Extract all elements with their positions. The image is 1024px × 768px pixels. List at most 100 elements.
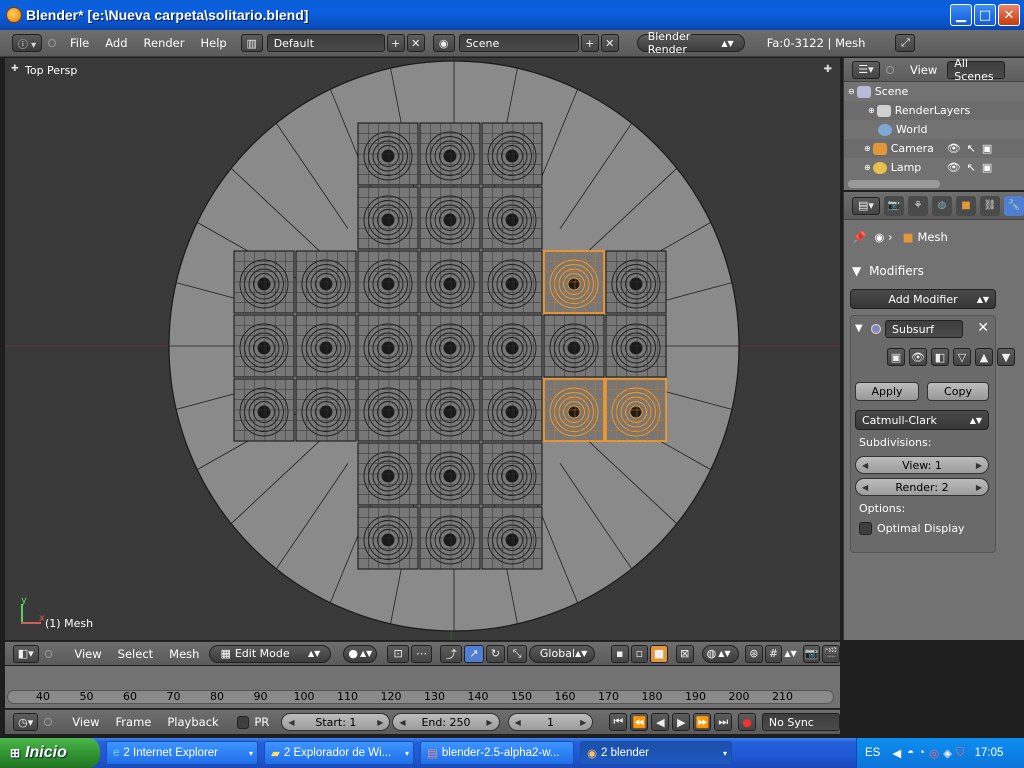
preview-range-checkbox[interactable]	[236, 715, 250, 729]
tray-network-icon[interactable]: ◓	[907, 747, 914, 759]
jump-start-icon[interactable]: ⏮	[609, 713, 628, 731]
menu-view[interactable]: View	[66, 647, 109, 661]
edge-select-icon[interactable]: ▫	[630, 644, 649, 663]
modifiers-panel-header[interactable]: ▼ Modifiers	[852, 264, 1002, 278]
record-icon[interactable]: ●	[738, 713, 756, 731]
tray-antivirus-icon[interactable]: ◎	[929, 746, 939, 760]
scene-icon[interactable]: ◉	[432, 34, 455, 52]
render-levels-field[interactable]: ◀ Render: 2 ▶	[855, 478, 989, 496]
editmode-toggle-icon[interactable]: ◧	[931, 348, 949, 366]
visibility-eye-icon[interactable]: 👁	[947, 161, 961, 174]
play-icon[interactable]: ▶	[672, 713, 691, 731]
collapse-menu-icon[interactable]	[44, 649, 53, 658]
tray-shield-icon[interactable]: ⛉	[956, 747, 965, 760]
task-internet-explorer[interactable]: e 2 Internet Explorer ▾	[106, 741, 258, 765]
menu-select[interactable]: Select	[110, 647, 161, 661]
editor-type-button[interactable]: ▤▾	[852, 196, 880, 215]
scene-field[interactable]: Scene	[458, 34, 579, 52]
prev-keyframe-icon[interactable]: ⏪	[630, 713, 649, 731]
mode-select[interactable]: ▦ Edit Mode ▲▼	[209, 644, 332, 663]
jump-end-icon[interactable]: ⏭	[714, 713, 733, 731]
render-camera-icon[interactable]: ▣	[982, 142, 992, 155]
maximize-button[interactable]: □	[974, 4, 996, 26]
render-engine-select[interactable]: Blender Render ▲▼	[636, 30, 745, 56]
outliner-filter[interactable]: All Scenes	[947, 57, 1006, 83]
sync-select[interactable]: No Sync	[761, 713, 840, 731]
remove-layout-icon[interactable]: ✕	[406, 34, 425, 52]
tab-modifiers[interactable]: 🔧	[1004, 195, 1024, 216]
scale-icon[interactable]: ⤡	[507, 644, 527, 663]
start-frame-field[interactable]: ◀ Start: 1 ▶	[281, 713, 391, 731]
snap-magnet-icon[interactable]: ⊛	[745, 644, 763, 663]
editor-type-button[interactable]: ◷▾	[13, 713, 39, 731]
task-blender-installer[interactable]: ▤ blender-2.5-alpha2-w...	[420, 741, 574, 765]
limit-selection-icon[interactable]: ⋯	[410, 644, 433, 663]
next-keyframe-icon[interactable]: ⏩	[693, 713, 712, 731]
view-levels-field[interactable]: ◀ View: 1 ▶	[855, 456, 989, 474]
outliner-scrollbar[interactable]	[848, 180, 940, 188]
manipulator-icon[interactable]: ⤴	[440, 644, 463, 663]
render-toggle-icon[interactable]: ▣	[887, 348, 905, 366]
remove-modifier-icon[interactable]: ✕	[977, 320, 989, 336]
pin-icon[interactable]: 📌	[852, 230, 866, 244]
view-expand-icon[interactable]: ✚	[11, 64, 19, 74]
optimal-display-checkbox[interactable]	[859, 522, 872, 535]
tray-update-icon[interactable]: ◈	[943, 746, 952, 760]
menu-frame[interactable]: Frame	[108, 715, 160, 729]
viewport-shading-select[interactable]: ● ▲▼	[343, 644, 378, 663]
timeline-editor[interactable]: 40 50 60 70 80 90 100 110 120 130 140 150 160 170 180 1…	[5, 666, 840, 708]
tray-volume-icon[interactable]: ◔	[918, 747, 925, 759]
tab-scene[interactable]: ⚘	[908, 195, 928, 216]
add-scene-icon[interactable]: +	[580, 34, 599, 52]
minimize-button[interactable]: ▁	[950, 4, 972, 26]
task-blender[interactable]: ◉ 2 blender ▾	[580, 741, 732, 765]
screen-layout-icon[interactable]: ▥	[240, 34, 263, 52]
play-reverse-icon[interactable]: ◀	[651, 713, 670, 731]
add-layout-icon[interactable]: +	[386, 34, 405, 52]
collapse-triangle-icon[interactable]: ▼	[852, 264, 861, 278]
expand-triangle-icon[interactable]: ▼	[855, 323, 863, 334]
render-camera-icon[interactable]: ▣	[982, 161, 992, 174]
rotate-icon[interactable]: ↻	[485, 644, 506, 663]
menu-render[interactable]: Render	[136, 36, 193, 50]
start-button[interactable]: ⊞ Inicio	[0, 738, 100, 768]
move-down-icon[interactable]: ▼	[997, 348, 1015, 366]
fullscreen-icon[interactable]: ⤢	[895, 34, 916, 52]
orientation-select[interactable]: Global ▲▼	[528, 644, 595, 663]
select-arrow-icon[interactable]: ↖	[967, 142, 976, 155]
copy-button[interactable]: Copy	[927, 382, 989, 401]
subdivision-type-select[interactable]: Catmull-Clark ▲▼	[855, 410, 989, 430]
tab-object[interactable]: ■	[956, 195, 976, 216]
editor-type-button[interactable]: ⓘ ▾	[12, 34, 42, 52]
menu-mesh[interactable]: Mesh	[161, 647, 207, 661]
menu-playback[interactable]: Playback	[159, 715, 226, 729]
modifier-name-field[interactable]: Subsurf	[885, 320, 963, 338]
outliner-item-camera[interactable]: ⊕ Camera 👁 ↖ ▣	[844, 139, 1024, 158]
proportional-select[interactable]: ◍ ▲▼	[701, 644, 740, 663]
tray-back-icon[interactable]: ◀	[892, 746, 901, 760]
tab-render[interactable]: 📷	[884, 195, 904, 216]
occlude-icon[interactable]: ⊠	[675, 644, 694, 663]
outliner-item-renderlayers[interactable]: ⊕ RenderLayers	[844, 101, 1024, 120]
toolshelf-toggle-icon[interactable]: ✚	[824, 64, 832, 75]
current-frame-field[interactable]: ◀ 1 ▶	[507, 713, 594, 731]
vertex-select-icon[interactable]: ▪	[610, 644, 629, 663]
select-arrow-icon[interactable]: ↖	[967, 161, 976, 174]
move-up-icon[interactable]: ▲	[975, 348, 993, 366]
collapse-menu-icon[interactable]	[48, 39, 56, 47]
menu-help[interactable]: Help	[192, 36, 234, 50]
outliner-view-menu[interactable]: View	[910, 63, 937, 77]
collapse-menu-icon[interactable]	[886, 65, 894, 74]
menu-file[interactable]: File	[62, 36, 97, 50]
outliner-item-world[interactable]: World	[844, 120, 1024, 139]
apply-button[interactable]: Apply	[855, 382, 919, 401]
mesh-canvas[interactable]	[5, 58, 840, 640]
task-windows-explorer[interactable]: ▰ 2 Explorador de Wi... ▾	[264, 741, 414, 765]
translate-icon[interactable]: ↗	[464, 644, 484, 663]
render-anim-icon[interactable]: 🎬	[822, 644, 841, 663]
add-modifier-button[interactable]: Add Modifier ▲▼	[850, 289, 996, 309]
render-still-icon[interactable]: 📷	[802, 644, 821, 663]
visibility-eye-icon[interactable]: 👁	[947, 142, 961, 155]
tab-world[interactable]: ◍	[932, 195, 952, 216]
outliner-item-lamp[interactable]: ⊕ Lamp 👁 ↖ ▣	[844, 158, 1024, 177]
